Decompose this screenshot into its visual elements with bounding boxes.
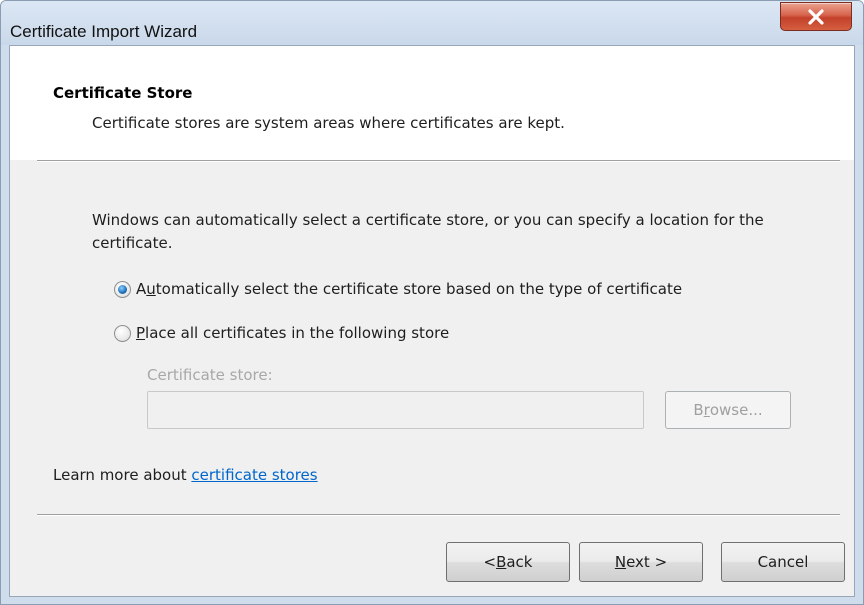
title-bar[interactable]: Certificate Import Wizard — [1, 1, 863, 45]
close-icon — [781, 3, 851, 30]
header-divider — [37, 160, 840, 162]
learn-more-text: Learn more about certificate stores — [53, 466, 318, 484]
close-button[interactable] — [780, 2, 852, 31]
window-title: Certificate Import Wizard — [10, 22, 198, 41]
place-in-store-radio[interactable] — [114, 324, 131, 342]
learn-more-prefix: Learn more about — [53, 466, 192, 484]
wizard-window: Certificate Import Wizard Certificate St… — [0, 0, 864, 605]
radio-selected-dot — [118, 284, 127, 294]
place-in-store-option[interactable]: Place all certificates in the following … — [114, 322, 449, 344]
certificate-store-label: Certificate store: — [147, 366, 273, 384]
footer-divider — [37, 514, 840, 516]
wizard-header: Certificate Store Certificate stores are… — [10, 46, 854, 160]
page-title: Certificate Store — [53, 84, 193, 102]
next-button[interactable]: Next > — [579, 542, 703, 582]
place-in-store-label[interactable]: Place all certificates in the following … — [136, 324, 449, 342]
auto-select-store-option[interactable]: Automatically select the certificate sto… — [114, 278, 682, 300]
auto-select-radio[interactable] — [114, 280, 131, 298]
cancel-button[interactable]: Cancel — [721, 542, 845, 582]
wizard-content: Certificate Store Certificate stores are… — [9, 45, 855, 597]
certificate-store-field[interactable] — [147, 391, 644, 429]
certificate-stores-link[interactable]: certificate stores — [191, 466, 317, 484]
back-button[interactable]: < Back — [446, 542, 570, 582]
browse-button[interactable]: Br owse... — [665, 391, 791, 429]
intro-text: Windows can automatically select a certi… — [92, 211, 764, 252]
page-subtitle: Certificate stores are system areas wher… — [92, 114, 565, 132]
auto-select-label[interactable]: Automatically select the certificate sto… — [136, 280, 682, 298]
